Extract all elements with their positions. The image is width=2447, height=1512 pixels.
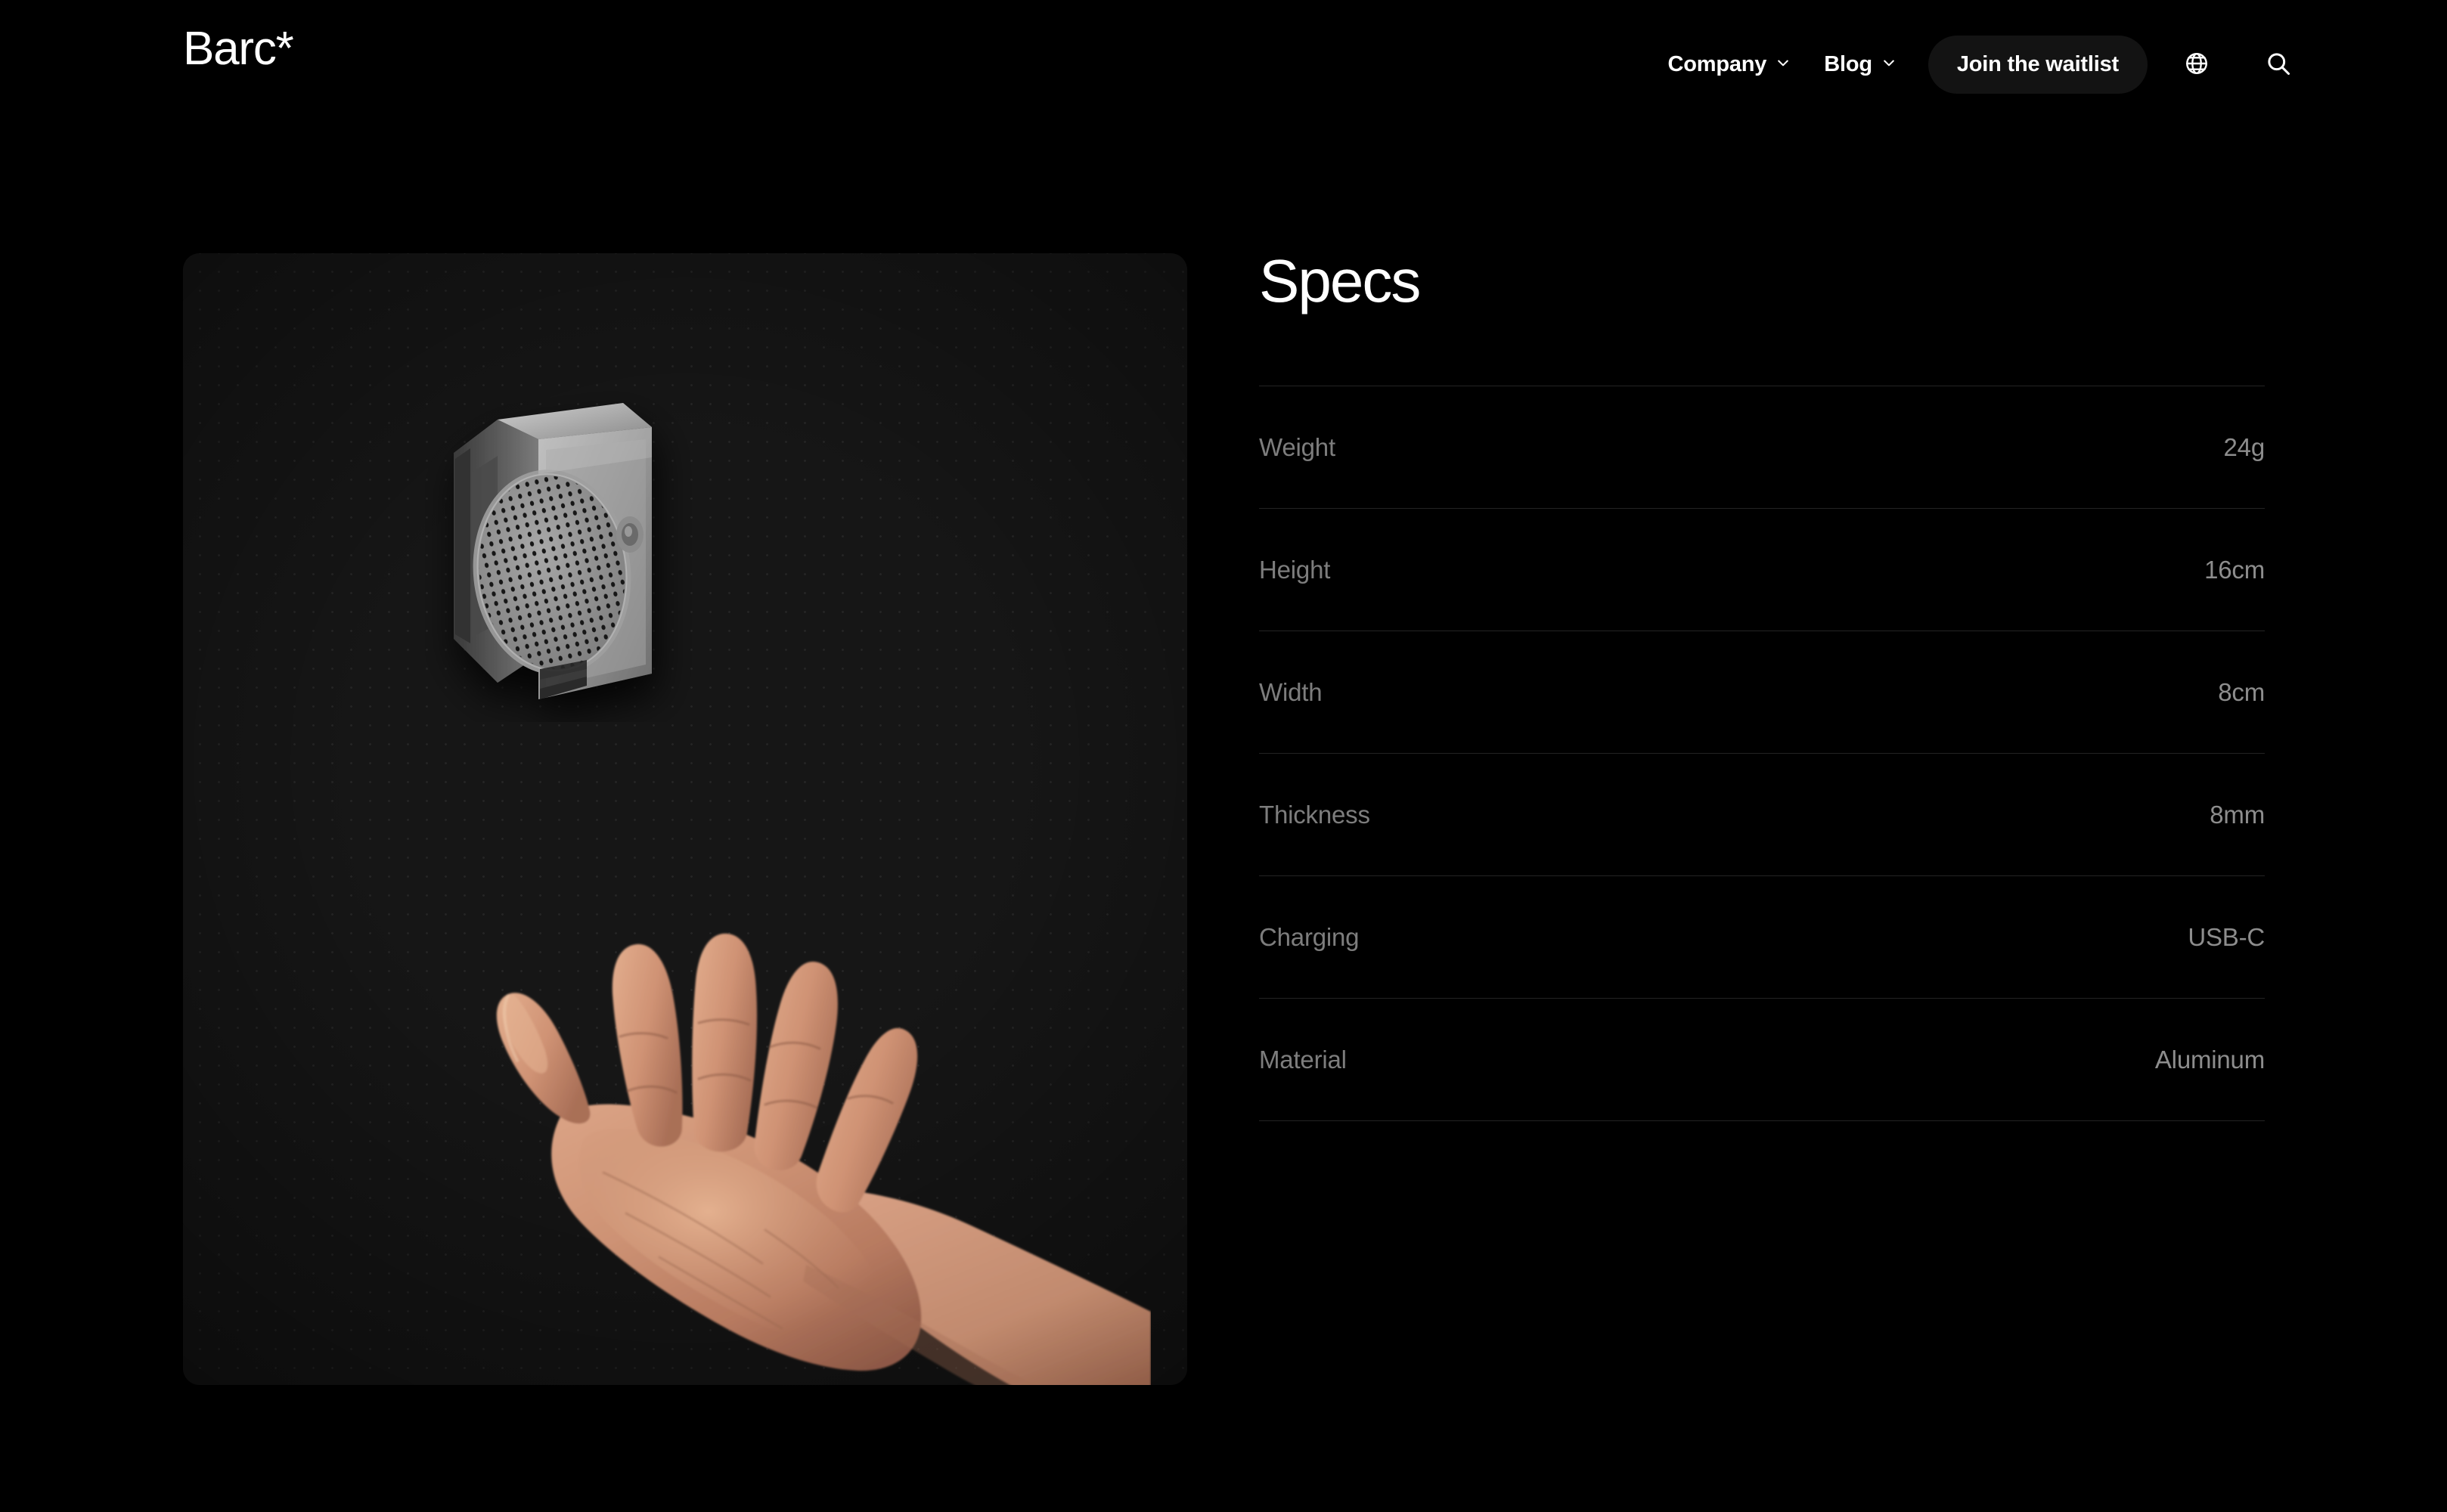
specs-table: Weight 24g Height 16cm Width 8cm Thickne…: [1259, 386, 2265, 1121]
spec-value: USB-C: [2188, 922, 2265, 951]
search-icon: [2265, 50, 2292, 79]
chevron-down-icon: [1776, 55, 1791, 70]
specs-panel: Specs Weight 24g Height 16cm Width 8cm T…: [1259, 249, 2265, 1121]
spec-label: Charging: [1259, 922, 1360, 951]
brand-logo[interactable]: Barc*: [183, 26, 294, 73]
spec-row-height: Height 16cm: [1259, 508, 2265, 631]
nav-item-blog-label: Blog: [1824, 51, 1872, 76]
spec-row-material: Material Aluminum: [1259, 998, 2265, 1120]
spec-label: Weight: [1259, 432, 1335, 461]
product-image-card: [183, 253, 1187, 1385]
spec-row-width: Width 8cm: [1259, 631, 2265, 753]
specs-title: Specs: [1259, 247, 1421, 314]
primary-navigation: Company Blog Join the waitlist: [1651, 32, 2311, 97]
spec-label: Material: [1259, 1045, 1347, 1074]
barc-speaker-device: [425, 374, 743, 722]
spec-value: Aluminum: [2154, 1045, 2265, 1074]
spec-value: 24g: [2223, 432, 2266, 461]
search-button[interactable]: [2246, 32, 2311, 97]
spec-label: Height: [1259, 555, 1331, 584]
join-waitlist-button[interactable]: Join the waitlist: [1928, 35, 2148, 94]
spec-row-charging: Charging USB-C: [1259, 875, 2265, 998]
nav-item-blog[interactable]: Blog: [1807, 42, 1913, 88]
open-hand-photo: [410, 888, 1151, 1385]
language-button[interactable]: [2164, 32, 2229, 97]
globe-icon: [2184, 51, 2210, 79]
spec-label: Thickness: [1259, 800, 1370, 829]
spec-label: Width: [1259, 677, 1323, 706]
chevron-down-icon: [1881, 55, 1897, 70]
nav-item-company-label: Company: [1667, 51, 1767, 76]
spec-row-weight: Weight 24g: [1259, 386, 2265, 508]
nav-item-company[interactable]: Company: [1651, 42, 1807, 88]
spec-value: 8cm: [2218, 677, 2265, 706]
site-header: Barc* Company Blog Join the waitlist: [0, 0, 2447, 117]
spec-value: 16cm: [2204, 555, 2265, 584]
spec-row-thickness: Thickness 8mm: [1259, 753, 2265, 875]
spec-value: 8mm: [2210, 800, 2265, 829]
